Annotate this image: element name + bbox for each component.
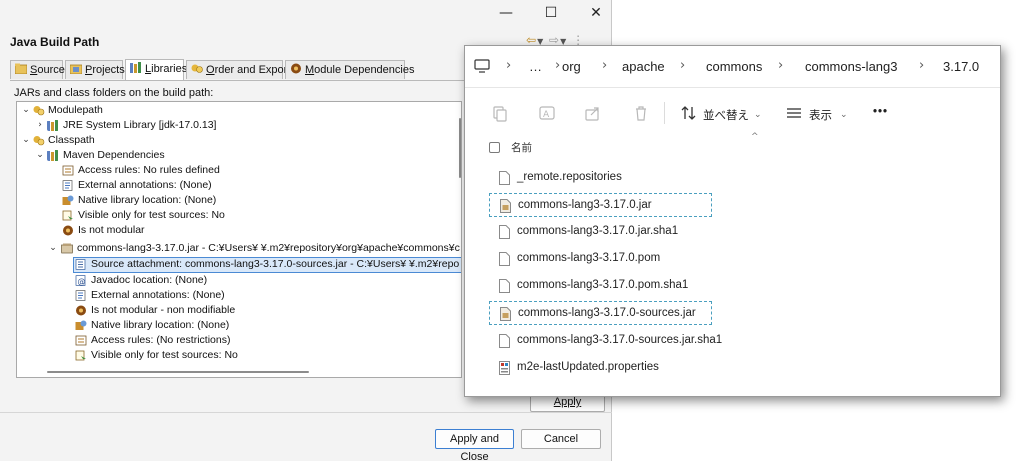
- file-icon: [499, 252, 510, 266]
- file-explorer-window: › … › org › apache › commons › commons-l…: [464, 45, 1001, 397]
- apply-and-close-button[interactable]: Apply and Close: [435, 429, 514, 463]
- sort-caret-icon: ^: [751, 132, 759, 142]
- breadcrumb-commons[interactable]: commons: [706, 59, 762, 74]
- chevron-down-icon[interactable]: ⌄: [21, 103, 31, 118]
- module-icon: [63, 225, 73, 236]
- tab-projects[interactable]: Projects: [65, 60, 125, 79]
- library-icon: [47, 120, 58, 131]
- javadoc-icon: @: [75, 275, 86, 286]
- chevron-right-icon[interactable]: ›: [35, 118, 45, 133]
- projects-icon: [70, 64, 82, 74]
- horizontal-scrollbar[interactable]: [47, 371, 309, 373]
- annotations-icon: [62, 180, 73, 191]
- delete-icon[interactable]: [632, 104, 650, 122]
- chevron-right-icon: ›: [555, 58, 561, 73]
- jar-icon: [61, 243, 73, 254]
- build-path-tree[interactable]: ⌄ Modulepath › JRE System Library [jdk-1…: [16, 101, 462, 378]
- native-library-icon: [62, 195, 74, 205]
- file-icon: [499, 171, 510, 185]
- copy-icon[interactable]: [491, 104, 509, 122]
- build-path-label: JARs and class folders on the build path…: [14, 87, 214, 99]
- view-icon[interactable]: [785, 104, 803, 122]
- order-export-icon: [191, 64, 203, 73]
- command-bar: A 並べ替え ⌄ 表示 ⌄ •••: [465, 87, 1000, 138]
- breadcrumb-org[interactable]: org: [562, 59, 581, 74]
- chevron-right-icon: ›: [602, 58, 608, 73]
- tab-order-and-export[interactable]: Order and Export: [186, 60, 290, 79]
- maximize-button[interactable]: ☐: [531, 4, 571, 22]
- module-icon: [76, 305, 86, 316]
- libraries-icon: [130, 62, 141, 73]
- properties-file-icon: [499, 361, 510, 375]
- tab-source[interactable]: Source: [10, 60, 65, 79]
- file-icon: [499, 279, 510, 293]
- chevron-down-icon[interactable]: ⌄: [21, 133, 31, 148]
- tab-libraries[interactable]: Libraries: [125, 59, 187, 80]
- access-rules-icon: [75, 335, 87, 346]
- chevron-right-icon: ›: [680, 58, 686, 73]
- more-options-button[interactable]: •••: [873, 106, 888, 118]
- list-item[interactable]: commons-lang3-3.17.0.jar: [489, 193, 712, 217]
- breadcrumb-apache[interactable]: apache: [622, 59, 665, 74]
- title-bar: — ☐ ✕: [0, 0, 612, 26]
- annotations-icon: [75, 290, 86, 301]
- list-item[interactable]: _remote.repositories: [489, 166, 712, 190]
- share-icon[interactable]: [584, 104, 602, 122]
- breadcrumb-commons-lang3[interactable]: commons-lang3: [805, 59, 898, 74]
- chevron-right-icon: ›: [506, 58, 512, 73]
- access-rules-icon: [62, 165, 74, 176]
- breadcrumb-version[interactable]: 3.17.0: [943, 59, 979, 74]
- sort-icon[interactable]: [680, 104, 698, 122]
- select-all-checkbox[interactable]: [489, 142, 500, 153]
- chevron-down-icon[interactable]: ⌄: [48, 241, 58, 256]
- list-item[interactable]: commons-lang3-3.17.0.pom.sha1: [489, 274, 712, 298]
- list-item[interactable]: commons-lang3-3.17.0-sources.jar: [489, 301, 712, 325]
- source-folder-icon: [15, 63, 27, 74]
- chevron-down-icon[interactable]: ⌄: [35, 148, 45, 163]
- jar-file-icon: [500, 199, 511, 213]
- source-attachment-icon: [75, 259, 86, 270]
- chevron-right-icon: ›: [919, 58, 925, 73]
- chevron-down-icon[interactable]: ⌄: [754, 109, 762, 120]
- list-item[interactable]: commons-lang3-3.17.0.jar.sha1: [489, 220, 712, 244]
- classpath-icon: [33, 136, 45, 146]
- list-item[interactable]: commons-lang3-3.17.0.pom: [489, 247, 712, 271]
- view-button[interactable]: 表示: [809, 107, 832, 123]
- list-item[interactable]: m2e-lastUpdated.properties: [489, 356, 712, 380]
- cancel-button[interactable]: Cancel: [521, 429, 601, 449]
- column-header-name[interactable]: 名前: [511, 140, 532, 155]
- svg-text:@: @: [78, 277, 86, 286]
- sort-button[interactable]: 並べ替え: [703, 107, 749, 123]
- modulepath-icon: [33, 106, 45, 116]
- minimize-button[interactable]: —: [486, 4, 526, 22]
- svg-text:A: A: [543, 110, 550, 120]
- library-icon: [47, 150, 58, 161]
- tab-module-dependencies[interactable]: Module Dependencies: [285, 60, 414, 79]
- list-item[interactable]: commons-lang3-3.17.0-sources.jar.sha1: [489, 329, 722, 353]
- jar-file-icon: [500, 307, 511, 321]
- file-icon: [499, 334, 510, 348]
- toolbar-divider: [664, 102, 665, 124]
- file-icon: [499, 225, 510, 239]
- page-title: Java Build Path: [10, 35, 100, 49]
- rename-icon[interactable]: A: [538, 104, 556, 122]
- test-sources-icon: [75, 350, 86, 361]
- close-button[interactable]: ✕: [576, 4, 616, 22]
- vertical-scrollbar[interactable]: [459, 118, 461, 178]
- chevron-down-icon[interactable]: ⌄: [840, 109, 848, 120]
- chevron-right-icon: ›: [778, 58, 784, 73]
- footer-divider: [0, 412, 612, 413]
- native-library-icon: [75, 320, 87, 330]
- address-bar[interactable]: › … › org › apache › commons › commons-l…: [465, 46, 1000, 86]
- breadcrumb-overflow[interactable]: …: [529, 59, 542, 74]
- computer-icon[interactable]: [474, 59, 490, 73]
- test-sources-icon: [62, 210, 73, 221]
- module-icon: [291, 63, 301, 74]
